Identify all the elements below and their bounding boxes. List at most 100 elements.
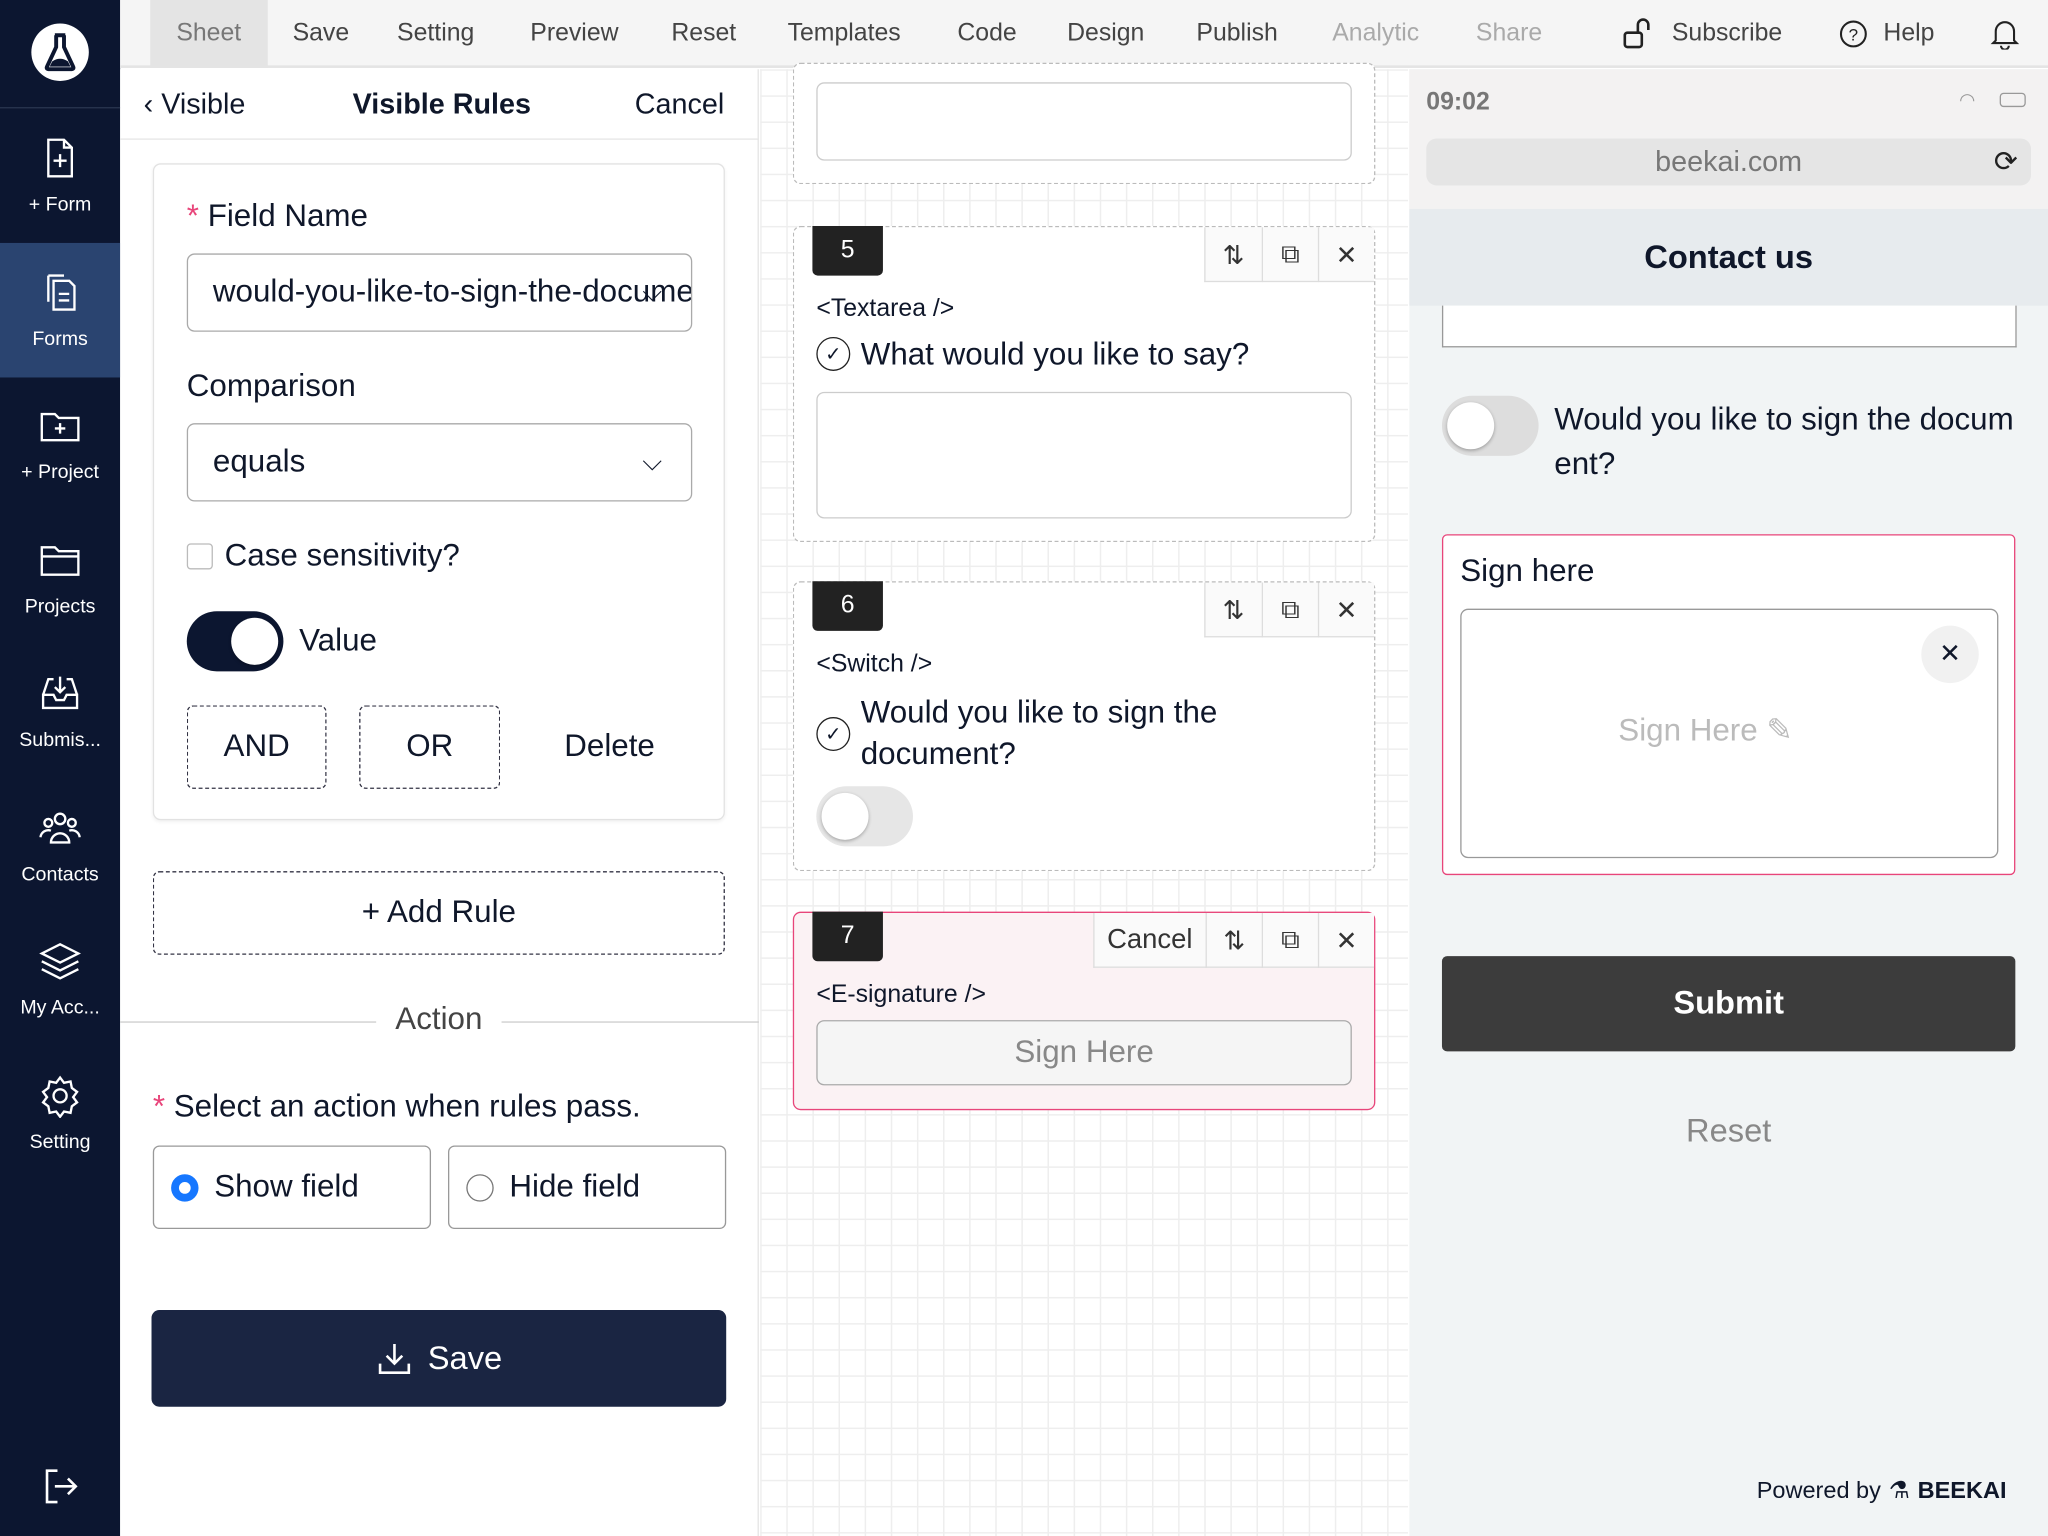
comparison-value: equals <box>212 444 306 480</box>
menu-design[interactable]: Design <box>1067 0 1144 68</box>
menu-share[interactable]: Share <box>1476 0 1542 68</box>
reset-button[interactable]: Reset <box>1442 1113 2015 1151</box>
show-field-radio[interactable]: Show field <box>152 1145 432 1230</box>
pencil-icon: ✎ <box>1766 713 1793 749</box>
copy-icon[interactable]: ⧉ <box>1261 912 1318 968</box>
divider <box>120 138 759 140</box>
cancel-button[interactable]: Cancel <box>635 88 724 122</box>
back-label: Visible <box>161 87 246 121</box>
block-tag: <E-signature /> <box>816 980 987 1009</box>
value-toggle[interactable] <box>186 611 284 672</box>
form-builder-canvas: 5 ⇅ ⧉ ✕ <Textarea /> ✓ What would you like … <box>760 62 1408 1536</box>
save-label: Save <box>427 1339 503 1376</box>
form-block-switch[interactable]: 6 ⇅ ⧉ ✕ <Switch /> ✓ Would you like to sign… <box>792 581 1376 872</box>
divider <box>501 1021 759 1023</box>
brand-logo: BEEKAI <box>1917 1477 2007 1504</box>
menu-reset[interactable]: Reset <box>671 0 736 68</box>
back-visible-button[interactable]: ‹ Visible <box>144 88 246 122</box>
sidebar-item-forms[interactable]: Forms <box>0 242 121 377</box>
block-question: What would you like to say? <box>860 336 1250 373</box>
gear-icon <box>41 1074 79 1118</box>
field-name-value: would-you-like-to-sign-the-document <box>212 274 693 310</box>
textarea-field[interactable] <box>1441 305 2017 348</box>
block-cancel-button[interactable]: Cancel <box>1094 913 1206 968</box>
wifi-icon: ◠ <box>1959 88 1976 110</box>
delete-button[interactable]: Delete <box>564 729 655 766</box>
hide-field-radio[interactable]: Hide field <box>447 1145 727 1230</box>
menu-save[interactable]: Save <box>293 0 350 68</box>
hide-field-label: Hide field <box>509 1168 641 1205</box>
sidebar-item-label: Setting <box>29 1130 91 1153</box>
sidebar-item-label: + Project <box>21 461 100 484</box>
powered-by-text: Powered by <box>1756 1477 1881 1504</box>
bell-icon[interactable] <box>1990 0 2020 68</box>
block-number: 5 <box>812 225 883 276</box>
menu-publish[interactable]: Publish <box>1196 0 1277 68</box>
reorder-icon[interactable]: ⇅ <box>1206 227 1262 282</box>
save-button[interactable]: Save <box>151 1310 727 1407</box>
switch-preview[interactable] <box>816 786 913 847</box>
sign-document-switch[interactable] <box>1441 395 1539 456</box>
add-rule-button[interactable]: + Add Rule <box>152 871 725 955</box>
help-circle-icon: ? <box>1839 20 1867 48</box>
refresh-icon[interactable]: ⟳ <box>1994 138 2018 185</box>
form-block-partial[interactable] <box>792 62 1376 185</box>
help-button[interactable]: ? Help <box>1839 0 1934 68</box>
reorder-icon[interactable]: ⇅ <box>1206 583 1262 638</box>
url-bar[interactable]: beekai.com ⟳ <box>1426 138 2032 186</box>
copy-icon[interactable]: ⧉ <box>1261 227 1318 283</box>
form-title: Contact us <box>1409 208 2048 306</box>
reorder-icon[interactable]: ⇅ <box>1205 912 1262 968</box>
comparison-select[interactable]: equals ⌵ <box>186 423 693 502</box>
sidebar-item-label: + Form <box>28 193 92 216</box>
menu-code[interactable]: Code <box>957 0 1016 68</box>
close-icon[interactable]: ✕ <box>1317 582 1374 638</box>
textarea-preview[interactable] <box>816 391 1352 519</box>
folder-icon <box>40 545 80 576</box>
form-block-esignature[interactable]: 7 Cancel ⇅ ⧉ ✕ <E-signature /> Sign Here <box>792 911 1376 1111</box>
rule-card: * Field Name would-you-like-to-sign-the-… <box>152 163 725 821</box>
signature-pad[interactable]: ✕ Sign Here ✎ <box>1460 608 1999 859</box>
action-section-label: Action <box>395 1001 483 1038</box>
sidebar-item-form[interactable]: + Form <box>0 108 120 243</box>
value-label: Value <box>299 623 377 659</box>
close-icon[interactable]: ✕ <box>1317 912 1374 968</box>
sidebar-item-submis[interactable]: Submis... <box>0 644 120 779</box>
field-name-select[interactable]: would-you-like-to-sign-the-document ⌵ <box>186 253 693 332</box>
sidebar-item-project[interactable]: + Project <box>0 376 120 511</box>
form-block-textarea[interactable]: 5 ⇅ ⧉ ✕ <Textarea /> ✓ What would you like … <box>792 225 1376 543</box>
sidebar-item-label: My Acc... <box>20 996 100 1019</box>
sidebar-item-projects[interactable]: Projects <box>0 510 120 645</box>
block-number: 7 <box>812 911 883 962</box>
clear-signature-icon[interactable]: ✕ <box>1921 625 1979 684</box>
case-sensitivity-checkbox[interactable] <box>186 543 213 570</box>
menu-sheet[interactable]: Sheet <box>150 0 268 68</box>
or-button[interactable]: OR <box>359 705 501 789</box>
chevron-down-icon: ⌵ <box>642 447 663 477</box>
logout-icon[interactable] <box>39 1465 81 1513</box>
sidebar-item-label: Projects <box>24 594 96 618</box>
status-time: 09:02 <box>1426 88 1490 117</box>
and-button[interactable]: AND <box>186 705 327 789</box>
logo-flask-icon[interactable] <box>31 23 89 81</box>
subscribe-button[interactable]: Subscribe <box>1622 0 1782 68</box>
battery-icon <box>1999 92 2026 108</box>
sign-here-button[interactable]: Sign Here <box>816 1020 1352 1086</box>
url-text: beekai.com <box>1655 144 1803 178</box>
copy-icon[interactable]: ⧉ <box>1261 582 1318 638</box>
menu-templates[interactable]: Templates <box>788 0 901 68</box>
comparison-label: Comparison <box>186 368 356 404</box>
menu-analytic[interactable]: Analytic <box>1332 0 1419 68</box>
sidebar-item-myacc[interactable]: My Acc... <box>0 912 120 1047</box>
sidebar-item-setting[interactable]: Setting <box>0 1046 120 1181</box>
file-plus-icon <box>47 138 74 178</box>
panel-title: Visible Rules <box>352 87 531 121</box>
sidebar-item-contacts[interactable]: Contacts <box>0 778 120 913</box>
close-icon[interactable]: ✕ <box>1317 227 1374 283</box>
menu-setting[interactable]: Setting <box>397 0 474 68</box>
subscribe-label: Subscribe <box>1671 19 1783 48</box>
menu-preview[interactable]: Preview <box>530 0 618 68</box>
sidebar: + Form Forms + Project Projects Submis... Con… <box>0 0 121 1536</box>
submit-button[interactable]: Submit <box>1441 956 2016 1052</box>
folder-plus-icon <box>40 412 80 442</box>
